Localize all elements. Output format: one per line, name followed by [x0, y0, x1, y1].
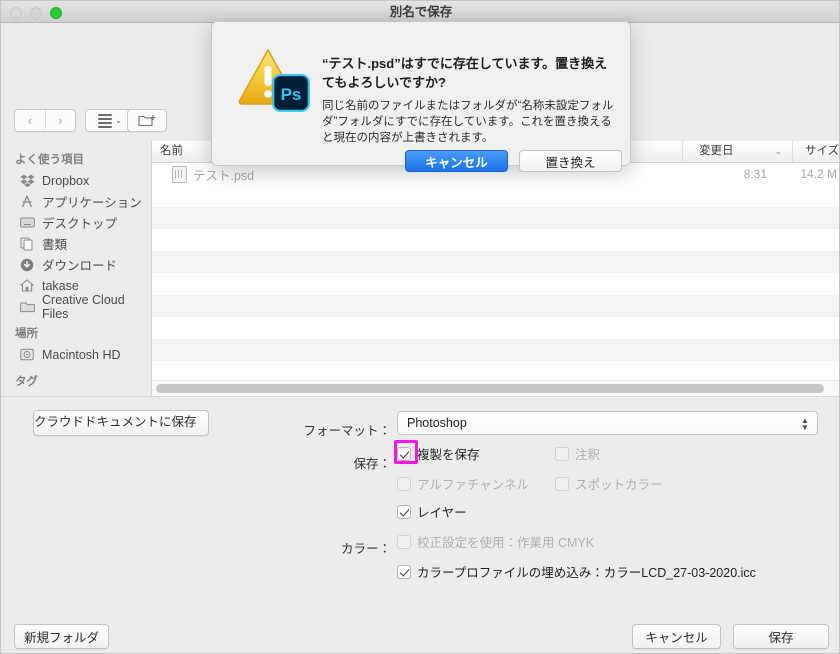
color-label: カラー： — [340, 542, 391, 556]
sidebar-item-macintosh-hd[interactable]: Macintosh HD — [1, 344, 151, 365]
photoshop-badge-text: Ps — [281, 85, 302, 104]
column-header-date-label: 変更日 — [699, 145, 734, 157]
format-select-value: Photoshop — [407, 416, 467, 430]
column-header-date[interactable]: 変更日 ⌄ — [682, 141, 792, 162]
window-title: 別名で保存 — [389, 5, 453, 19]
checkbox-label: 注釈 — [575, 448, 601, 462]
table-row-empty — [152, 339, 839, 361]
sidebar-item-label: 書類 — [42, 238, 68, 252]
sidebar: よく使う項目 Dropbox アプリケーション デスクトップ 書類 ダウンロード… — [1, 141, 151, 396]
dialog-bottom-bar: 新規フォルダ キャンセル 保存 — [1, 616, 839, 653]
file-list: 名前 変更日 ⌄ サイズ テスト.psd 8:31 14.2 M — [151, 141, 839, 396]
file-date-cell: 8:31 — [743, 167, 768, 181]
sidebar-item-label: デスクトップ — [42, 217, 118, 231]
new-folder-button[interactable]: 新規フォルダ — [14, 624, 109, 649]
alert-replace-button[interactable]: 置き換え — [519, 150, 622, 172]
replace-file-alert: Ps “テスト.psd”はすでに存在しています。置き換えてもよろしいですか? 同… — [211, 21, 631, 172]
forward-icon[interactable]: › — [46, 110, 76, 131]
file-size-cell: 14.2 M — [800, 167, 837, 181]
checkbox-label: 校正設定を使用：作業用 CMYK — [417, 536, 595, 550]
chevron-down-icon: ⌄ — [115, 115, 122, 125]
sidebar-item-applications[interactable]: アプリケーション — [1, 191, 151, 212]
table-row-empty — [152, 229, 839, 251]
new-folder-icon — [138, 115, 156, 127]
back-icon[interactable]: ‹ — [15, 110, 46, 131]
sidebar-item-label: Macintosh HD — [42, 347, 121, 362]
alert-title: “テスト.psd”はすでに存在しています。置き換えてもよろしいですか? — [322, 56, 608, 90]
list-view-icon — [98, 112, 113, 130]
checkbox-spot-colors: スポットカラー — [555, 474, 663, 493]
table-row-empty — [152, 207, 839, 229]
format-label: フォーマット： — [303, 424, 391, 438]
new-folder-button[interactable] — [127, 109, 167, 132]
sidebar-item-label: takase — [42, 278, 79, 293]
checkbox-layers[interactable]: レイヤー — [397, 502, 467, 521]
column-header-size[interactable]: サイズ — [792, 141, 839, 162]
format-select[interactable]: Photoshop ▲ ▼ — [397, 411, 818, 435]
sidebar-item-label: Creative Cloud Files — [42, 292, 125, 321]
table-row-empty — [152, 273, 839, 295]
sort-descending-icon: ⌄ — [774, 146, 782, 156]
checkbox-alpha-channels: アルファチャンネル — [397, 474, 529, 493]
save-button[interactable]: 保存 — [733, 624, 829, 649]
sidebar-item-creative-cloud-files[interactable]: Creative Cloud Files — [1, 293, 151, 321]
alert-icon-group: Ps — [238, 44, 310, 112]
sidebar-item-label: ダウンロード — [42, 259, 118, 273]
sidebar-section-locations-header: 場所 — [15, 328, 38, 340]
table-row-empty — [152, 185, 839, 207]
checkbox-annotations: 注釈 — [555, 444, 600, 463]
sidebar-item-label: アプリケーション — [42, 196, 142, 210]
checkbox-label: カラープロファイルの埋め込み：カラーLCD_27-03-2020.icc — [417, 566, 756, 580]
titlebar: 別名で保存 — [1, 1, 839, 23]
downloads-icon — [19, 258, 35, 272]
home-icon — [19, 279, 35, 293]
checkbox-label: 複製を保存 — [417, 448, 480, 462]
desktop-icon — [19, 216, 35, 230]
harddisk-icon — [19, 348, 35, 362]
alert-message: 同じ名前のファイルまたはフォルダが“名称未設定フォルダ”フォルダにすでに存在して… — [322, 100, 614, 144]
file-name-label: テスト.psd — [193, 168, 255, 183]
sidebar-section-favorites-header: よく使う項目 — [15, 154, 84, 166]
photoshop-app-icon: Ps — [272, 74, 310, 112]
dropbox-icon — [19, 174, 35, 188]
checkbox-embed-color-profile[interactable]: カラープロファイルの埋め込み：カラーLCD_27-03-2020.icc — [397, 562, 756, 581]
sidebar-item-label: Dropbox — [42, 173, 90, 188]
file-rows: テスト.psd 8:31 14.2 M — [152, 163, 839, 383]
stepper-icon[interactable]: ▲ ▼ — [800, 415, 810, 433]
sidebar-item-documents[interactable]: 書類 — [1, 233, 151, 254]
table-row-empty — [152, 251, 839, 273]
psd-file-icon — [172, 165, 187, 183]
cancel-button[interactable]: キャンセル — [632, 624, 721, 649]
alert-cancel-button[interactable]: キャンセル — [405, 150, 508, 172]
sidebar-item-desktop[interactable]: デスクトップ — [1, 212, 151, 233]
navigation-buttons: ‹ › — [14, 109, 76, 132]
table-row-empty — [152, 317, 839, 339]
sidebar-item-downloads[interactable]: ダウンロード — [1, 254, 151, 275]
save-to-cloud-document-button[interactable]: クラウドドキュメントに保存 — [33, 410, 209, 436]
checkbox-box[interactable] — [397, 446, 411, 461]
applications-icon — [19, 195, 35, 209]
checkbox-box — [555, 446, 569, 461]
documents-icon — [19, 237, 35, 251]
checkbox-label: スポットカラー — [575, 478, 663, 492]
save-options-label: 保存： — [353, 457, 391, 471]
checkbox-label: レイヤー — [417, 506, 467, 520]
checkbox-box — [397, 534, 411, 549]
horizontal-scrollbar[interactable] — [152, 380, 839, 396]
checkbox-box[interactable] — [397, 504, 411, 519]
save-as-dialog-window: 別名で保存 ‹ › ⌄ 検索 よく使う項目 — [0, 0, 840, 654]
checkbox-save-copy[interactable]: 複製を保存 — [397, 444, 480, 463]
sidebar-section-tags-header: タグ — [15, 376, 38, 388]
checkbox-use-proof-setup: 校正設定を使用：作業用 CMYK — [397, 532, 594, 551]
folder-icon — [19, 300, 35, 314]
checkbox-box[interactable] — [397, 564, 411, 579]
sidebar-item-dropbox[interactable]: Dropbox — [1, 170, 151, 191]
scrollbar-thumb[interactable] — [156, 384, 824, 393]
checkbox-box — [397, 476, 411, 491]
checkbox-label: アルファチャンネル — [417, 478, 530, 492]
checkbox-box — [555, 476, 569, 491]
table-row-empty — [152, 295, 839, 317]
